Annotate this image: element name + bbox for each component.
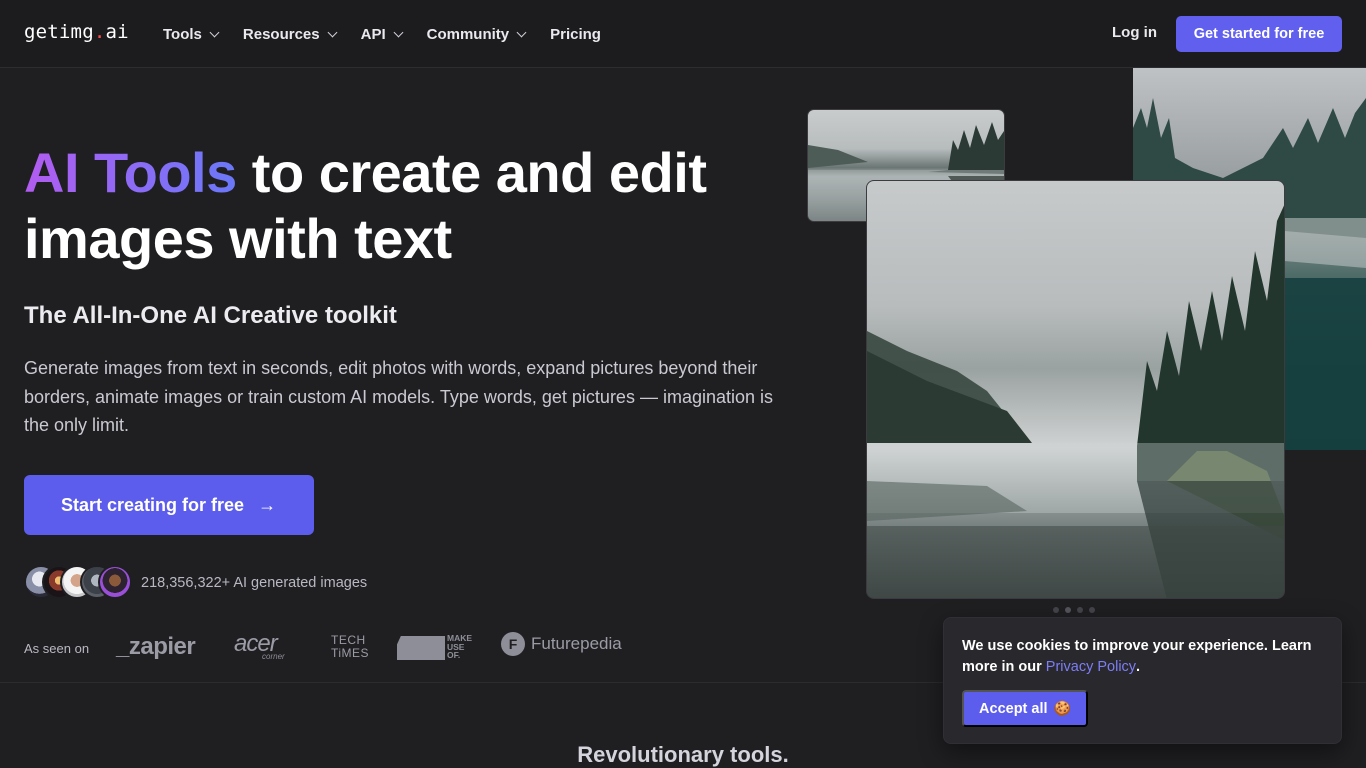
carousel-dot-active[interactable] bbox=[1065, 607, 1071, 613]
nav-item-tools[interactable]: Tools bbox=[163, 24, 220, 44]
top-nav: getimg.ai Tools Resources API Community … bbox=[0, 0, 1366, 68]
zapier-logo: _zapier bbox=[116, 633, 196, 660]
logo-dot: . bbox=[93, 21, 106, 43]
hero-image-main bbox=[866, 180, 1285, 599]
makeuseof-text: MAKE USE OF. bbox=[447, 634, 472, 660]
acer-logo-sub: corner bbox=[262, 652, 285, 661]
hero-title: AI Tools to create and edit images with … bbox=[24, 140, 784, 272]
chevron-down-icon bbox=[516, 27, 527, 37]
as-seen-on-label: As seen on bbox=[24, 641, 90, 656]
nav-item-pricing[interactable]: Pricing bbox=[550, 24, 601, 44]
futurepedia-icon: F bbox=[501, 632, 525, 656]
arrow-right-icon: → bbox=[258, 494, 277, 515]
carousel-dot[interactable] bbox=[1077, 607, 1083, 613]
avatar bbox=[98, 565, 132, 599]
cookie-icon: 🍪 bbox=[1053, 700, 1071, 716]
user-avatars bbox=[24, 565, 134, 601]
generated-images-count: 218,356,322+ AI generated images bbox=[141, 575, 368, 591]
makeuseof-line: OF. bbox=[447, 650, 461, 660]
logo[interactable]: getimg.ai bbox=[24, 21, 129, 43]
carousel-dot[interactable] bbox=[1089, 607, 1095, 613]
start-creating-label: Start creating for free bbox=[61, 494, 245, 515]
start-creating-button[interactable]: Start creating for free → bbox=[24, 475, 314, 535]
makeuseof-logo: MAKE USE OF. bbox=[397, 634, 479, 660]
cookie-message: We use cookies to improve your experienc… bbox=[962, 636, 1322, 678]
nav-item-label: API bbox=[360, 25, 386, 43]
techtimes-line: TiMES bbox=[331, 646, 370, 660]
logo-main: getimg bbox=[24, 21, 94, 43]
techtimes-logo: TECH TiMES bbox=[331, 634, 369, 660]
nav-item-resources[interactable]: Resources bbox=[242, 24, 338, 44]
cookie-text-end: . bbox=[1136, 659, 1141, 675]
nav-menu: Tools Resources API Community Pricing bbox=[163, 24, 626, 44]
nav-item-label: Community bbox=[426, 25, 510, 43]
carousel-dot[interactable] bbox=[1053, 607, 1059, 613]
hero-description: Generate images from text in seconds, ed… bbox=[24, 358, 774, 435]
nav-item-label: Resources bbox=[242, 25, 320, 43]
hero-subtitle: The All-In-One AI Creative toolkit bbox=[24, 302, 397, 329]
nav-item-label: Pricing bbox=[550, 25, 601, 43]
nav-item-api[interactable]: API bbox=[360, 24, 404, 44]
carousel-dots bbox=[1053, 607, 1095, 613]
logo-suffix: ai bbox=[105, 21, 129, 43]
makeuseof-mark bbox=[397, 636, 445, 660]
futurepedia-text: Futurepedia bbox=[531, 634, 622, 653]
cookie-banner: We use cookies to improve your experienc… bbox=[943, 617, 1342, 744]
nav-item-label: Tools bbox=[163, 25, 202, 43]
get-started-button[interactable]: Get started for free bbox=[1176, 16, 1342, 52]
nav-item-community[interactable]: Community bbox=[426, 24, 527, 44]
futurepedia-logo: F Futurepedia bbox=[501, 632, 622, 656]
page: getimg.ai Tools Resources API Community … bbox=[0, 0, 1366, 768]
chevron-down-icon bbox=[209, 27, 220, 37]
section-title: Revolutionary tools. bbox=[577, 742, 789, 767]
accept-all-button[interactable]: Accept all 🍪 bbox=[962, 690, 1088, 727]
hero-title-highlight: AI Tools bbox=[24, 141, 237, 204]
privacy-policy-link[interactable]: Privacy Policy bbox=[1046, 659, 1136, 675]
chevron-down-icon bbox=[393, 27, 404, 37]
accept-all-label: Accept all bbox=[979, 700, 1048, 717]
login-link[interactable]: Log in bbox=[1112, 24, 1157, 41]
chevron-down-icon bbox=[327, 27, 338, 37]
